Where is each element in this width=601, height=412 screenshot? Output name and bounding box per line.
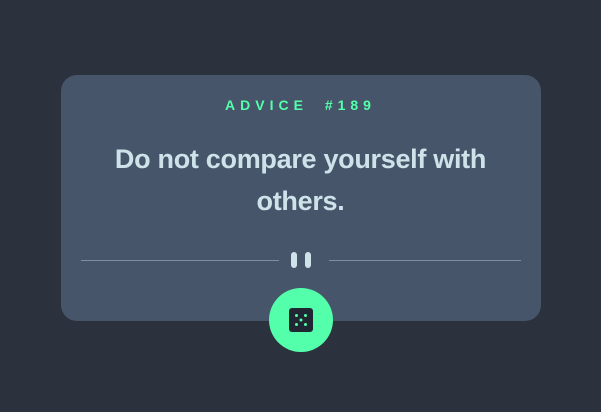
advice-id: ADVICE #189 xyxy=(0,96,601,114)
pause-icon xyxy=(291,252,311,268)
divider-line-right xyxy=(329,260,521,261)
dice-icon xyxy=(289,308,313,332)
advice-number: #189 xyxy=(324,97,376,113)
generate-advice-button[interactable] xyxy=(269,288,333,352)
pause-bar-right xyxy=(305,252,311,268)
pause-bar-left xyxy=(291,252,297,268)
divider xyxy=(81,251,521,269)
advice-quote: Do not compare yourself with others. xyxy=(114,144,487,216)
divider-line-left xyxy=(81,260,279,261)
advice-label: ADVICE xyxy=(225,97,308,113)
